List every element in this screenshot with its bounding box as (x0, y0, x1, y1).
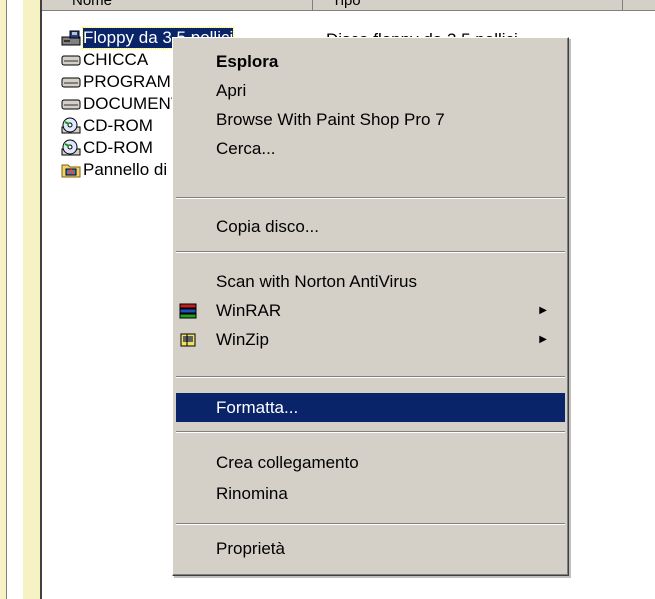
menu-item-label: Browse With Paint Shop Pro 7 (216, 109, 445, 129)
menu-item-rinomina[interactable]: Rinomina (176, 479, 565, 508)
menu-item-label: Apri (216, 80, 247, 100)
drive-item-hdd[interactable]: CHICCA (61, 49, 148, 71)
winzip-icon (178, 330, 198, 350)
hard-drive-icon (61, 95, 81, 113)
cdrom-drive-icon (61, 117, 81, 135)
menu-item-formatta[interactable]: Formatta... (176, 393, 565, 422)
context-menu[interactable]: Esplora Apri Browse With Paint Shop Pro … (172, 37, 569, 576)
menu-separator (176, 197, 565, 199)
drive-label: CHICCA (83, 50, 149, 69)
menu-separator (176, 376, 565, 378)
menu-item-winzip[interactable]: WinZip ▶ (176, 325, 565, 354)
menu-item-cerca[interactable]: Cerca... (176, 134, 565, 163)
column-header-type[interactable]: Tipo (332, 0, 361, 9)
menu-item-apri[interactable]: Apri (176, 76, 565, 105)
winrar-icon (178, 301, 198, 321)
drive-label: CD-ROM (83, 138, 153, 157)
menu-separator (176, 523, 565, 525)
menu-separator (176, 431, 565, 433)
menu-item-label: Scan with Norton AntiVirus (216, 271, 417, 291)
drive-label: CD-ROM (83, 116, 153, 135)
drive-item-hdd[interactable]: DOCUMENTI (61, 93, 186, 115)
menu-item-winrar[interactable]: WinRAR ▶ (176, 296, 565, 325)
menu-item-label: Copia disco... (216, 216, 319, 236)
drive-item-hdd[interactable]: PROGRAMMI (61, 71, 190, 93)
menu-item-crea-collegamento[interactable]: Crea collegamento (176, 448, 565, 477)
drive-label: DOCUMENTI (83, 94, 186, 113)
menu-item-label: Proprietà (216, 538, 285, 558)
submenu-arrow-icon: ▶ (539, 334, 547, 345)
menu-item-label: Formatta... (216, 397, 299, 417)
menu-item-label: WinZip (216, 329, 269, 349)
menu-item-proprieta[interactable]: Proprietà (176, 534, 565, 563)
hard-drive-icon (61, 73, 81, 91)
column-header: Nome Tipo (42, 0, 655, 11)
floppy-drive-icon (61, 29, 81, 47)
menu-item-esplora[interactable]: Esplora (176, 47, 565, 76)
menu-separator (176, 251, 565, 253)
menu-item-copia-disco[interactable]: Copia disco... (176, 212, 565, 241)
menu-item-label: Cerca... (216, 138, 276, 158)
menu-item-label: Rinomina (216, 483, 288, 503)
submenu-arrow-icon: ▶ (539, 305, 547, 316)
menu-item-browse-paint-shop[interactable]: Browse With Paint Shop Pro 7 (176, 105, 565, 134)
control-panel-icon (61, 161, 81, 179)
menu-item-label: Crea collegamento (216, 452, 359, 472)
drive-item-cdrom[interactable]: CD-ROM (61, 137, 153, 159)
column-separator[interactable] (312, 0, 313, 10)
left-frame-stripe (6, 0, 23, 599)
column-separator[interactable] (622, 0, 623, 10)
menu-item-norton-antivirus[interactable]: Scan with Norton AntiVirus (176, 267, 565, 296)
drive-item-cdrom[interactable]: CD-ROM (61, 115, 153, 137)
menu-item-label: WinRAR (216, 300, 282, 320)
cdrom-drive-icon (61, 139, 81, 157)
menu-item-label: Esplora (216, 51, 279, 71)
column-header-name[interactable]: Nome (72, 0, 112, 9)
hard-drive-icon (61, 51, 81, 69)
